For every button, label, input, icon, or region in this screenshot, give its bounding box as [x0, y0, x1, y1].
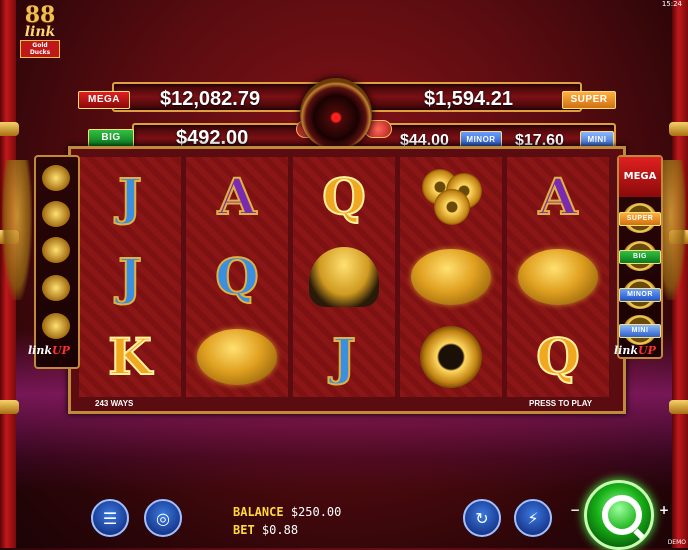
left-dragon-ornament	[2, 160, 32, 300]
lantern-icon	[42, 275, 70, 301]
autoplay-icon: ↻	[475, 508, 489, 528]
press-to-play-label: PRESS TO PLAY	[529, 399, 593, 408]
lantern-icon	[411, 249, 491, 305]
ways-label: 243 WAYS	[95, 399, 134, 408]
jackpot-mega-value: $12,082.79	[160, 88, 261, 110]
balance-label: BALANCE	[233, 505, 284, 519]
lantern-icon	[197, 329, 277, 385]
bet-label: BET	[233, 523, 255, 537]
game-logo: 88 link Gold Ducks	[20, 4, 60, 62]
tortoise-icon	[42, 201, 70, 227]
symbol-a: A	[538, 167, 579, 226]
left-link-up-panel	[34, 155, 80, 369]
autoplay-button[interactable]: ↻	[463, 499, 501, 537]
mega-header: MEGA	[619, 157, 661, 197]
coins-stack-icon: ◎	[156, 508, 170, 528]
symbol-j: J	[117, 167, 143, 226]
bet-value: $0.88	[261, 523, 299, 537]
right-jackpot-panel: MEGA SUPER BIG MINOR MINI	[617, 155, 663, 359]
symbol-k: K	[107, 327, 152, 386]
big-disc: BIG	[619, 241, 661, 271]
clock: 15:24	[661, 0, 682, 8]
spin-button[interactable]	[584, 480, 654, 550]
bet-coins-button[interactable]: ◎	[144, 499, 182, 537]
settings-button[interactable]: ☰	[91, 499, 129, 537]
minor-disc: MINOR	[619, 279, 661, 309]
reel-5: A Q	[507, 157, 609, 397]
lantern-icon	[518, 249, 598, 305]
super-disc: SUPER	[619, 203, 661, 233]
yin-yang-icon	[420, 326, 482, 388]
turbo-button[interactable]: ⚡	[514, 499, 552, 537]
symbol-j: J	[117, 247, 143, 306]
symbol-a: A	[217, 167, 258, 226]
golden-hat-icon	[309, 247, 379, 307]
jackpot-orb	[300, 78, 372, 150]
jackpot-mega-tag: MEGA	[78, 91, 130, 109]
demo-label: DEMO	[667, 539, 686, 546]
reel-3: Q J	[293, 157, 395, 397]
balance-value: $250.00	[290, 505, 342, 519]
hat-icon	[42, 237, 70, 263]
lightning-icon: ⚡	[527, 508, 539, 528]
symbol-j: J	[331, 327, 357, 386]
mini-disc: MINI	[619, 315, 661, 345]
right-link-up-logo: linkUP	[614, 344, 656, 357]
left-link-up-logo: linkUP	[28, 344, 70, 357]
symbol-q: Q	[214, 247, 260, 306]
bet-increase-button[interactable]: +	[659, 503, 669, 517]
jackpot-super-tag: SUPER	[562, 91, 616, 109]
reel-2: A Q	[186, 157, 288, 397]
jackpot-big-tag: BIG	[88, 129, 134, 147]
gold-coins-icon	[416, 167, 486, 227]
symbol-q: Q	[321, 167, 367, 226]
jackpot-super-value: $1,594.21	[424, 88, 513, 110]
coins-icon	[42, 313, 70, 339]
sliders-icon: ☰	[102, 508, 118, 528]
bet-decrease-button[interactable]: −	[570, 503, 580, 517]
symbol-q: Q	[535, 327, 581, 386]
spin-q-icon	[602, 495, 642, 535]
reel-1: J J K	[79, 157, 181, 397]
reel-4	[400, 157, 502, 397]
pagoda-icon	[42, 165, 70, 191]
balance-bet-info: BALANCE $250.00 BET $0.88	[233, 503, 341, 539]
reels-area[interactable]: J J K A Q Q J A Q 243 WAYS PRESS TO PLAY	[68, 146, 626, 414]
